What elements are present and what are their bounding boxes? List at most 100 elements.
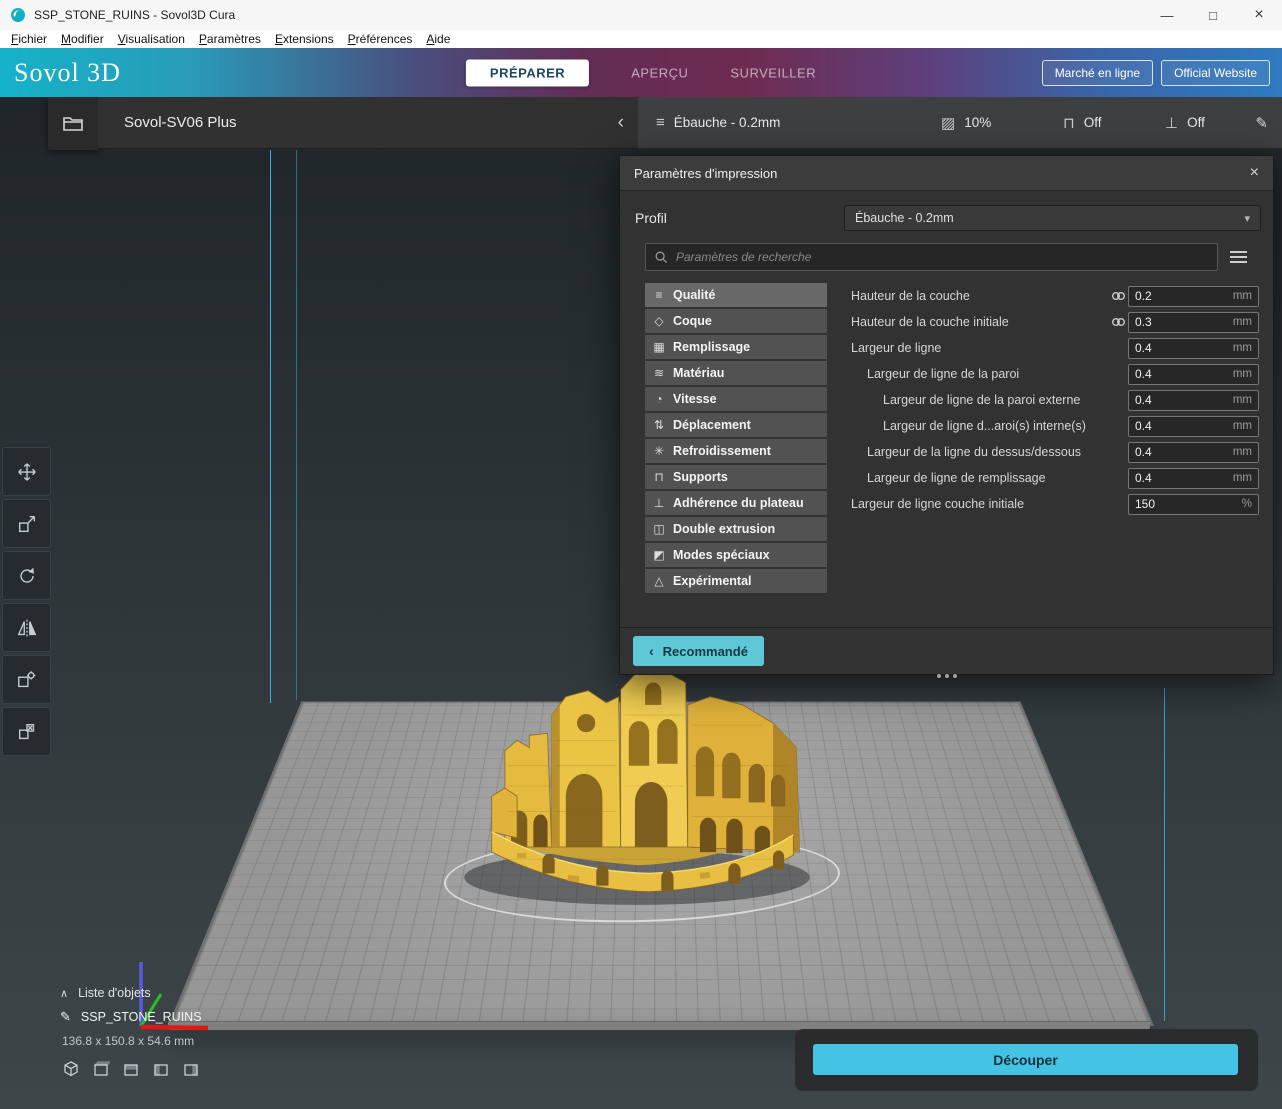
category-modes-speciaux[interactable]: ◩ Modes spéciaux [645, 543, 827, 567]
tab-apercu[interactable]: APERÇU [631, 65, 688, 80]
config-adhesion[interactable]: ⊥ Off [1165, 114, 1255, 132]
config-infill[interactable]: ▨ 10% [941, 114, 1063, 132]
build-volume-edge [270, 150, 271, 703]
link-icon[interactable] [1108, 316, 1128, 328]
printer-selector[interactable]: Sovol-SV06 Plus ‹ [98, 97, 638, 149]
scale-tool[interactable] [2, 499, 51, 548]
stage-tabs: PRÉPARER APERÇU SURVEILLER [465, 59, 816, 86]
setting-row: Largeur de ligne couche initiale % [851, 491, 1259, 517]
panel-footer: ‹ Recommandé [620, 627, 1273, 674]
camera-view-buttons [62, 1060, 202, 1078]
category-remplissage[interactable]: ▦ Remplissage [645, 335, 827, 359]
per-model-settings-tool[interactable] [2, 655, 51, 704]
setting-row: Largeur de la ligne du dessus/dessous mm [851, 439, 1259, 465]
setting-input-box[interactable]: mm [1128, 441, 1259, 463]
menu-preferences[interactable]: Préférences [341, 31, 420, 47]
menu-modifier[interactable]: Modifier [54, 31, 111, 47]
menu-fichier[interactable]: Fichier [4, 31, 54, 47]
tab-preparer[interactable]: PRÉPARER [465, 59, 590, 86]
settings-menu-icon[interactable] [1230, 251, 1247, 263]
config-support[interactable]: ⊓ Off [1063, 114, 1165, 132]
setting-row: Hauteur de la couche mm [851, 283, 1259, 309]
search-input[interactable] [674, 249, 1209, 265]
setting-input-box[interactable]: mm [1128, 337, 1259, 359]
search-icon [655, 251, 668, 264]
chevron-up-icon: ∧ [60, 987, 69, 1000]
setting-label: Largeur de ligne [851, 341, 942, 355]
chevron-left-icon: ‹ [649, 643, 654, 659]
setting-input-box[interactable]: % [1128, 493, 1259, 515]
close-button[interactable]: × [1236, 0, 1282, 30]
menu-aide[interactable]: Aide [419, 31, 457, 47]
title-bar: SSP_STONE_RUINS - Sovol3D Cura — □ × [0, 0, 1282, 31]
setting-input-box[interactable]: mm [1128, 467, 1259, 489]
panel-resize-handle[interactable] [936, 674, 957, 678]
build-volume-edge [296, 150, 297, 700]
maximize-button[interactable]: □ [1190, 0, 1236, 30]
setting-input-box[interactable]: mm [1128, 389, 1259, 411]
window-title: SSP_STONE_RUINS - Sovol3D Cura [34, 8, 236, 22]
infill-icon: ▦ [653, 340, 665, 354]
support-blocker-tool[interactable] [2, 707, 51, 756]
category-refroidissement[interactable]: ✳ Refroidissement [645, 439, 827, 463]
edit-settings-icon[interactable]: ✎ [1255, 114, 1272, 132]
official-website-button[interactable]: Official Website [1161, 59, 1270, 86]
menu-visualisation[interactable]: Visualisation [111, 31, 192, 47]
print-config-bar[interactable]: ≡ Ébauche - 0.2mm ▨ 10% ⊓ Off ⊥ Off ✎ [638, 97, 1282, 149]
setting-label: Largeur de ligne de la paroi [867, 367, 1020, 381]
rotate-tool[interactable] [2, 551, 51, 600]
setting-input-box[interactable]: mm [1128, 363, 1259, 385]
marketplace-button[interactable]: Marché en ligne [1041, 59, 1154, 86]
settings-list: Hauteur de la couche mm Hauteur de la co… [827, 283, 1259, 595]
category-experimental[interactable]: △ Expérimental [645, 569, 827, 593]
config-profile[interactable]: ≡ Ébauche - 0.2mm [656, 114, 941, 131]
collapse-sidebar-icon[interactable]: ‹ [618, 112, 624, 134]
slice-button[interactable]: Découper [813, 1044, 1238, 1075]
app-icon [11, 8, 25, 22]
category-adherence[interactable]: ⊥ Adhérence du plateau [645, 491, 827, 515]
minimize-button[interactable]: — [1144, 0, 1190, 30]
category-vitesse[interactable]: ◔ Vitesse [645, 387, 827, 411]
category-supports[interactable]: ⊓ Supports [645, 465, 827, 489]
object-list-toggle[interactable]: ∧ Liste d'objets [60, 986, 202, 1000]
view-front-icon[interactable] [92, 1060, 110, 1078]
view-3d-icon[interactable] [62, 1060, 80, 1078]
setting-label: Hauteur de la couche [851, 289, 970, 303]
close-icon[interactable]: × [1250, 165, 1259, 181]
config-infill-label: 10% [964, 115, 992, 130]
menu-parametres[interactable]: Paramètres [192, 31, 268, 47]
panel-header[interactable]: Paramètres d'impression × [620, 156, 1273, 191]
category-deplacement[interactable]: ⇅ Déplacement [645, 413, 827, 437]
setting-value-input[interactable] [1129, 497, 1258, 511]
view-right-icon[interactable] [182, 1060, 200, 1078]
category-materiau[interactable]: ≋ Matériau [645, 361, 827, 385]
setting-input-box[interactable]: mm [1128, 285, 1259, 307]
setting-input-box[interactable]: mm [1128, 415, 1259, 437]
quality-icon: ≡ [655, 288, 663, 302]
setting-label: Hauteur de la couche initiale [851, 315, 1009, 329]
profile-dropdown[interactable]: Ébauche - 0.2mm ▾ [844, 205, 1261, 231]
profil-label: Profil [635, 210, 667, 226]
menu-extensions[interactable]: Extensions [268, 31, 341, 47]
view-top-icon[interactable] [122, 1060, 140, 1078]
mirror-tool[interactable] [2, 603, 51, 652]
rename-icon[interactable]: ✎ [60, 1009, 71, 1025]
open-file-button[interactable] [48, 95, 98, 150]
setting-input-box[interactable]: mm [1128, 311, 1259, 333]
per-model-settings-icon [17, 670, 35, 687]
category-qualite[interactable]: ≡ Qualité [645, 283, 827, 307]
setting-label: Largeur de ligne de remplissage [867, 471, 1046, 485]
recommended-mode-button[interactable]: ‹ Recommandé [633, 636, 764, 666]
setting-label: Largeur de la ligne du dessus/dessous [867, 445, 1082, 459]
move-tool[interactable] [2, 447, 51, 496]
category-coque[interactable]: ◇ Coque [645, 309, 827, 333]
view-left-icon[interactable] [152, 1060, 170, 1078]
brand-logo: Sovol 3D [14, 57, 121, 87]
tab-surveiller[interactable]: SURVEILLER [730, 65, 816, 80]
object-list-item[interactable]: ✎ SSP_STONE_RUINS [60, 1009, 202, 1025]
link-icon[interactable] [1108, 290, 1128, 302]
object-list-overlay: ∧ Liste d'objets ✎ SSP_STONE_RUINS 136.8… [60, 986, 202, 1078]
search-box[interactable] [645, 243, 1218, 271]
model-stone-ruins[interactable] [446, 643, 836, 919]
category-double-extrusion[interactable]: ◫ Double extrusion [645, 517, 827, 541]
